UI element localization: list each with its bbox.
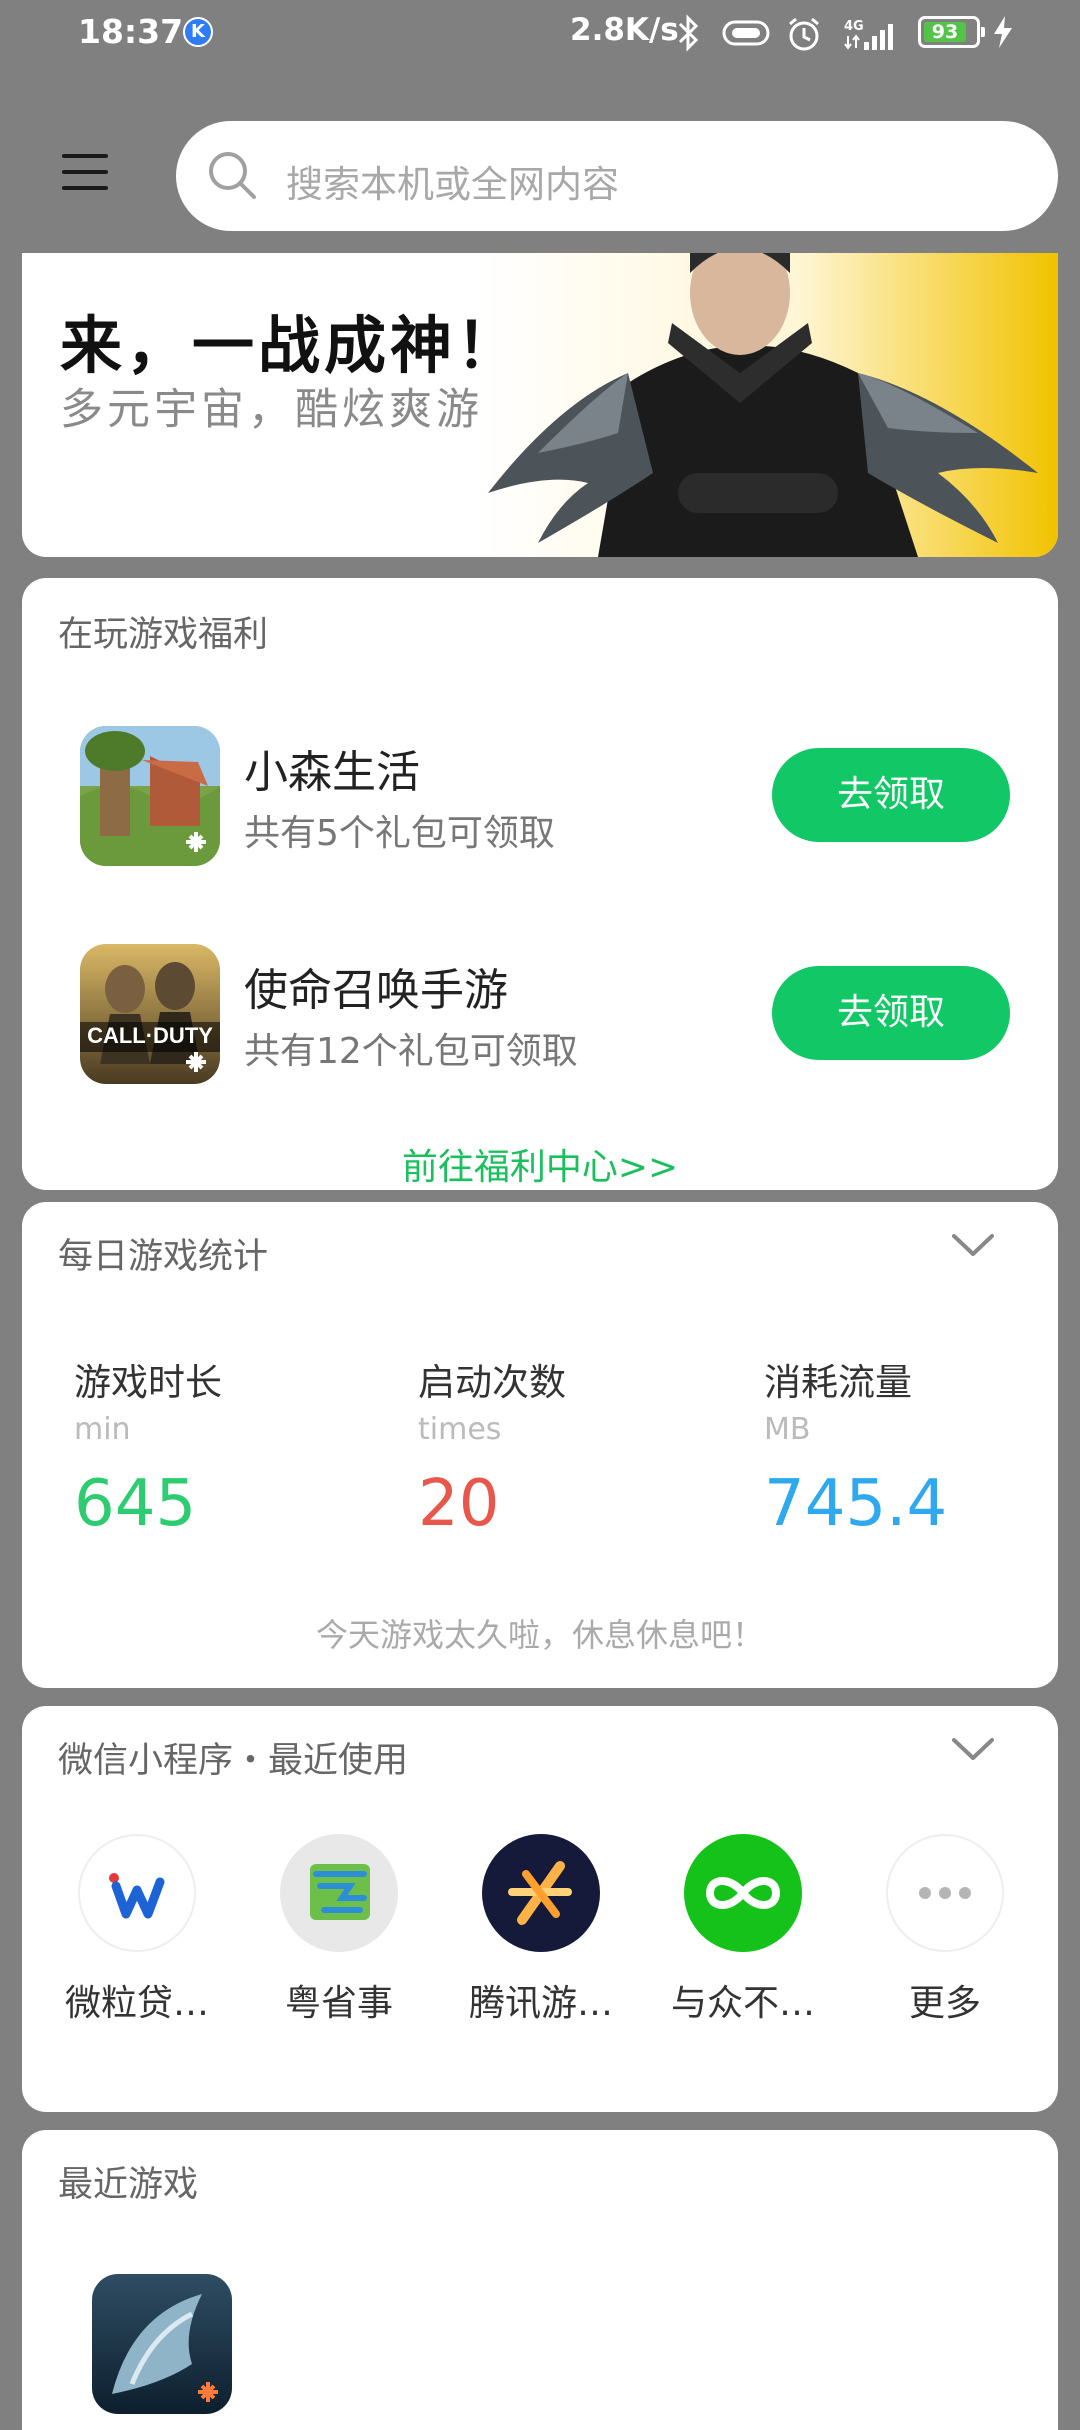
game-name: 小森生活 [244, 747, 420, 798]
stat-play-time: 游戏时长 min 645 [74, 1361, 222, 1541]
menu-button[interactable] [58, 150, 112, 194]
vibrate-icon [722, 20, 770, 46]
mini-program-more[interactable]: 更多 [860, 1834, 1030, 2026]
svg-text:4G: 4G [844, 19, 864, 34]
stat-value: 745.4 [764, 1467, 948, 1541]
tencent-games-icon [482, 1834, 600, 1952]
welfare-game-row[interactable]: 小森生活 共有5个礼包可领取 去领取 [22, 726, 1058, 866]
battery-icon: 93 [918, 16, 985, 48]
mini-program-tencent-games[interactable]: 腾讯游… [456, 1834, 626, 2026]
wechat-mini-programs-card: 微信小程序・最近使用 微粒贷… 粤省事 腾讯游… 与众不… 更多 [22, 1706, 1058, 2112]
network-speed: 2.8K/s [570, 12, 679, 48]
mini-program-yuzhongbu[interactable]: 与众不… [658, 1834, 828, 2026]
recent-games-card: 最近游戏 [22, 2130, 1058, 2430]
search-input[interactable]: 搜索本机或全网内容 [286, 154, 619, 208]
yueshengshi-icon [280, 1834, 398, 1952]
chevron-down-icon[interactable] [950, 1230, 996, 1260]
daily-game-stats-card: 每日游戏统计 游戏时长 min 645 启动次数 times 20 消耗流量 M… [22, 1202, 1058, 1688]
svg-text:CALL·DUTY: CALL·DUTY [87, 1023, 213, 1048]
stat-data-usage: 消耗流量 MB 745.4 [764, 1361, 948, 1541]
more-icon [886, 1834, 1004, 1952]
status-time: 18:37 [78, 12, 184, 51]
welfare-title: 在玩游戏福利 [58, 615, 269, 655]
stats-title: 每日游戏统计 [58, 1237, 269, 1277]
mini-programs-title: 微信小程序・最近使用 [58, 1741, 409, 1781]
rest-reminder: 今天游戏太久啦，休息休息吧！ [315, 1616, 764, 1654]
bluetooth-icon [678, 14, 699, 52]
alarm-icon [789, 17, 819, 51]
banner-character-image [478, 253, 1058, 557]
welfare-center-link[interactable]: 前往福利中心>> [22, 1138, 1058, 1190]
claim-button[interactable]: 去领取 [772, 966, 1010, 1060]
status-bar: 18:37 K 2.8K/s 4G 93 [0, 0, 1080, 70]
claim-button[interactable]: 去领取 [772, 748, 1010, 842]
search-icon [209, 152, 256, 199]
game-gift-count: 共有5个礼包可领取 [244, 813, 555, 854]
xiaosen-life-game-icon [80, 726, 220, 866]
signal-icon: 4G [844, 19, 893, 50]
promo-banner[interactable]: 来，一战成神！ 多元宇宙，酷炫爽游 [22, 253, 1058, 557]
game-welfare-card: 在玩游戏福利 小森生活 共有5个礼包可领取 去领取 CALL·DUTY 使命召唤… [22, 578, 1058, 1190]
charging-icon [994, 16, 1012, 48]
search-bar[interactable]: 搜索本机或全网内容 [176, 121, 1058, 231]
game-gift-count: 共有12个礼包可领取 [244, 1031, 578, 1072]
mini-program-weilidai[interactable]: 微粒贷… [52, 1834, 222, 2026]
game-name: 使命召唤手游 [244, 965, 508, 1016]
weilidai-icon [78, 1834, 196, 1952]
mini-program-yueshengshi[interactable]: 粤省事 [254, 1834, 424, 2026]
stat-value: 645 [74, 1467, 197, 1541]
k-badge-icon: K [183, 17, 213, 47]
banner-subtitle: 多元宇宙，酷炫爽游 [60, 385, 483, 435]
infinity-icon [684, 1834, 802, 1952]
recent-games-title: 最近游戏 [58, 2165, 199, 2205]
status-icons: 4G [678, 14, 893, 52]
call-of-duty-game-icon: CALL·DUTY [80, 944, 220, 1084]
welfare-game-row[interactable]: CALL·DUTY 使命召唤手游 共有12个礼包可领取 去领取 [22, 944, 1058, 1084]
chevron-down-icon[interactable] [950, 1734, 996, 1764]
stat-launch-count: 启动次数 times 20 [418, 1361, 566, 1541]
recent-game-icon[interactable] [92, 2274, 232, 2414]
banner-title: 来，一战成神！ [60, 309, 523, 382]
stat-value: 20 [418, 1467, 500, 1541]
